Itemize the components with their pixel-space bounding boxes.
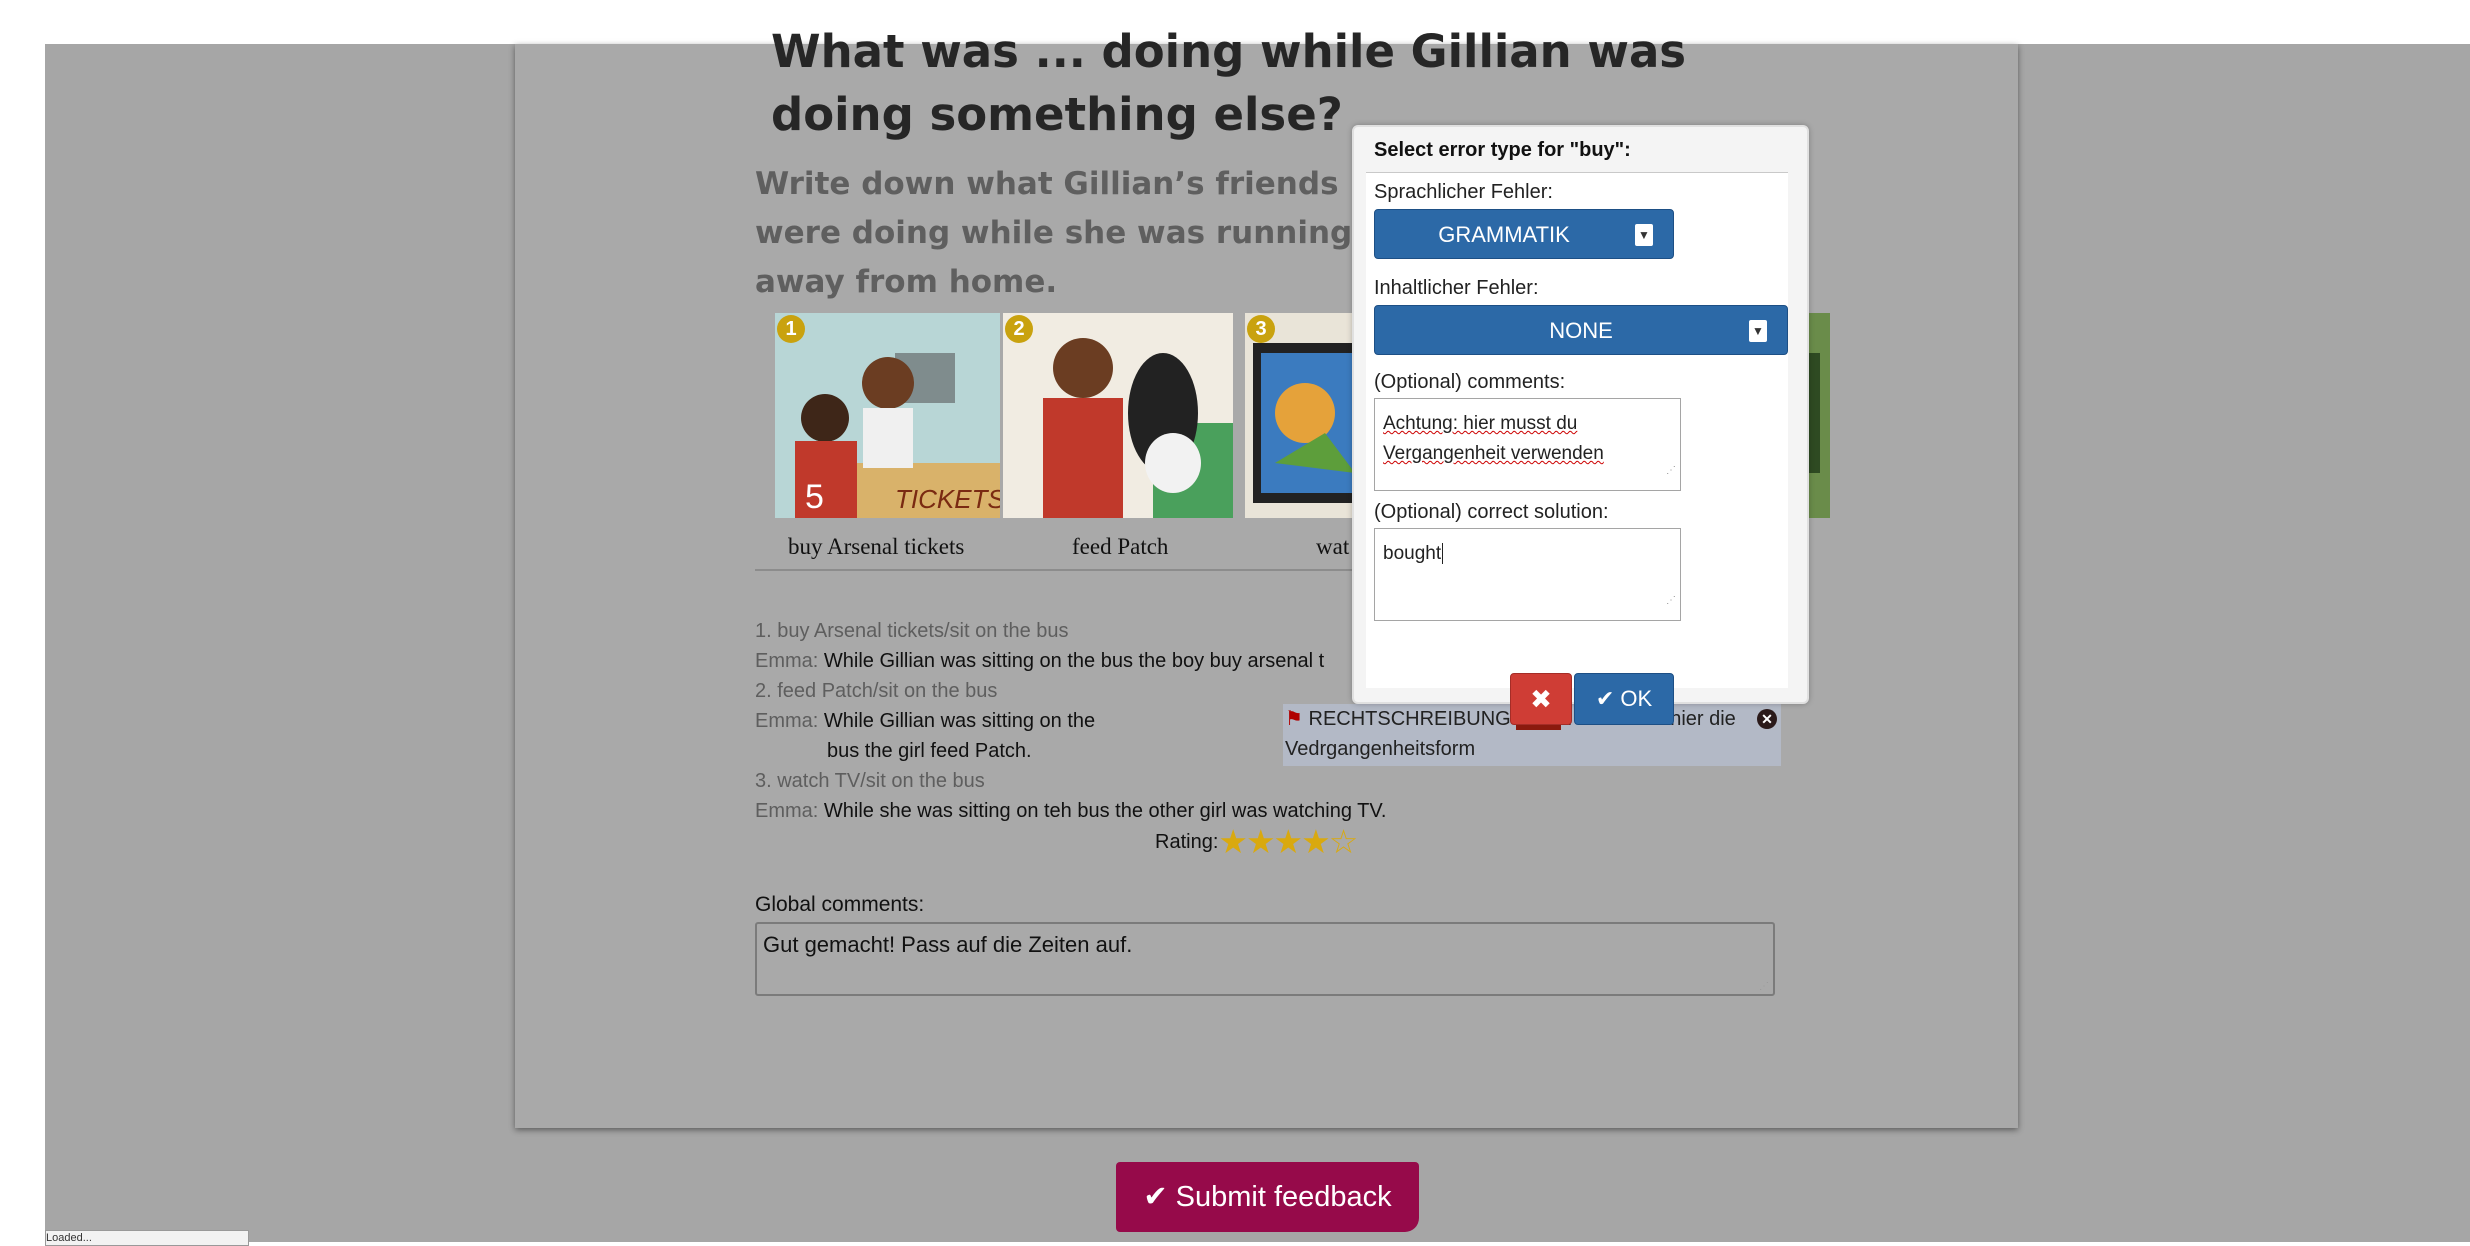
item2-answer-line1[interactable]: While Gillian was sitting on the: [824, 710, 1095, 732]
global-comments-text: Gut gemacht! Pass auf die Zeiten auf.: [763, 932, 1133, 957]
rating-stars-icon[interactable]: ★★★★☆: [1218, 823, 1358, 860]
item1-speaker: Emma:: [755, 650, 819, 672]
svg-text:TICKETS: TICKETS: [895, 484, 1000, 514]
rating: Rating:★★★★☆: [1155, 822, 1358, 861]
linguistic-error-select[interactable]: GRAMMATIK ▼: [1374, 209, 1674, 259]
resize-grip-icon[interactable]: ⋰: [1759, 981, 1769, 992]
chevron-down-icon: ▼: [1635, 224, 1653, 246]
content-error-label: Inhaltlicher Fehler:: [1374, 277, 1539, 299]
dialog-title: Select error type for "buy":: [1374, 139, 1631, 161]
solution-label: (Optional) correct solution:: [1374, 501, 1609, 523]
question-subtitle: Write down what Gillian’s friends were d…: [755, 166, 1353, 300]
caption-divider: [755, 569, 1355, 571]
ok-button[interactable]: ✔ OK: [1574, 673, 1674, 725]
item2-speaker: Emma:: [755, 710, 819, 732]
item2-prompt: 2. feed Patch/sit on the bus: [755, 680, 998, 702]
status-tooltip: Loaded...: [45, 1230, 249, 1246]
flag-icon: ⚑: [1285, 708, 1303, 730]
global-comments-input[interactable]: Gut gemacht! Pass auf die Zeiten auf. ⋰: [755, 922, 1775, 996]
comments-text: Achtung: hier musst du Vergangenheit ver…: [1383, 413, 1604, 464]
rating-label: Rating:: [1155, 831, 1219, 853]
item1-answer[interactable]: While Gillian was sitting on the bus the…: [824, 650, 1324, 672]
picture-number-badge: 2: [1005, 315, 1033, 343]
dialog-body: Sprachlicher Fehler: GRAMMATIK ▼ Inhaltl…: [1366, 172, 1788, 725]
item3-prompt: 3. watch TV/sit on the bus: [755, 770, 985, 792]
global-comments-label: Global comments:: [755, 893, 925, 916]
submit-feedback-button[interactable]: ✔ Submit feedback: [1116, 1162, 1419, 1232]
content-error-value: NONE: [1549, 318, 1613, 343]
close-annotation-icon[interactable]: ✕: [1757, 709, 1777, 729]
cancel-button[interactable]: ✖: [1510, 673, 1572, 725]
item2-answer-line2[interactable]: bus the girl feed Patch.: [827, 740, 1032, 763]
picture-feed-patch: 2: [1003, 313, 1233, 518]
item2-line: Emma: While Gillian was sitting on the: [755, 710, 1095, 733]
caption-buy-tickets: buy Arsenal tickets: [788, 534, 965, 559]
comments-label: (Optional) comments:: [1374, 371, 1566, 393]
resize-grip-icon[interactable]: ⋰: [1666, 456, 1676, 486]
error-type-dialog: Select error type for "buy": Sprachliche…: [1352, 125, 1809, 725]
comments-input[interactable]: Achtung: hier musst du Vergangenheit ver…: [1374, 398, 1681, 491]
content-error-select[interactable]: NONE ▼: [1374, 305, 1788, 355]
picture-watch-tv: 3: [1245, 313, 1365, 518]
picture-buy-tickets: TICKETS 5 1: [775, 313, 1000, 518]
solution-text: bought: [1383, 543, 1442, 564]
linguistic-error-label: Sprachlicher Fehler:: [1374, 181, 1553, 203]
picture-number-badge: 1: [777, 315, 805, 343]
svg-text:5: 5: [805, 478, 824, 516]
chevron-down-icon: ▼: [1749, 320, 1767, 342]
picture-number-badge: 3: [1247, 315, 1275, 343]
item1-line: Emma: While Gillian was sitting on the b…: [755, 650, 1324, 673]
caption-feed-patch: feed Patch: [1072, 534, 1169, 559]
resize-grip-icon[interactable]: ⋰: [1666, 586, 1676, 616]
item3-speaker: Emma:: [755, 800, 819, 822]
item3-line: Emma: While she was sitting on teh bus t…: [755, 800, 1386, 823]
linguistic-error-value: GRAMMATIK: [1438, 222, 1570, 247]
solution-input[interactable]: bought ⋰: [1374, 528, 1681, 621]
caption-watch-tv: wat: [1316, 534, 1350, 559]
item3-answer[interactable]: While she was sitting on teh bus the oth…: [824, 800, 1387, 822]
item1-prompt: 1. buy Arsenal tickets/sit on the bus: [755, 620, 1069, 642]
error-type: RECHTSCHREIBUNG: [1308, 708, 1511, 730]
